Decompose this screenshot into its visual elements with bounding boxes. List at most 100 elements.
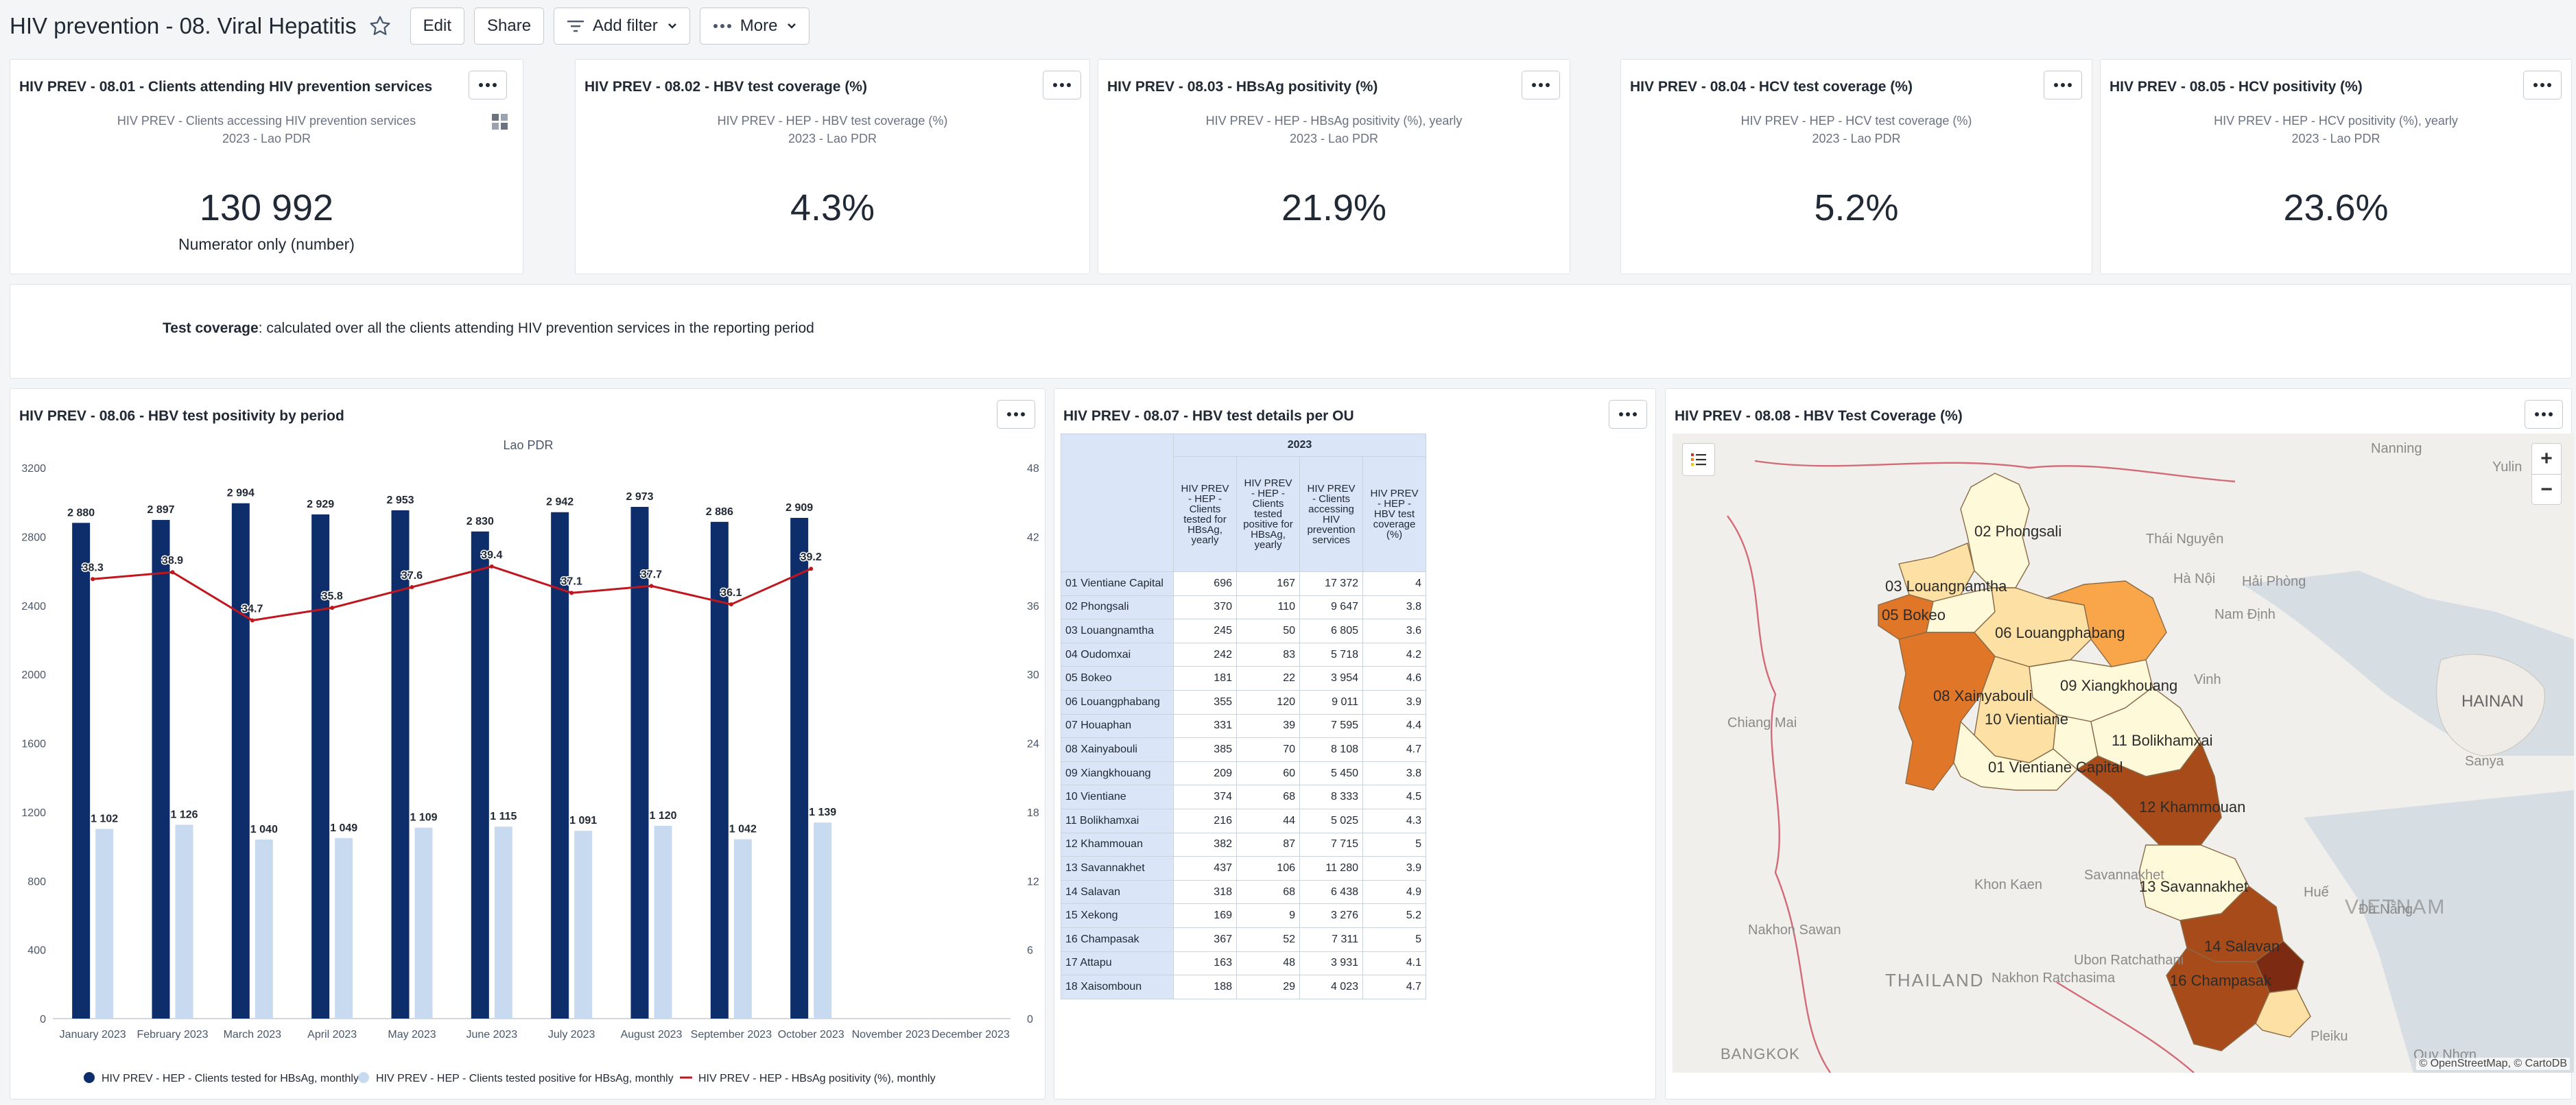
card-title: HIV PREV - 08.04 - HCV test coverage (%)	[1630, 79, 1913, 95]
map-place-label: Nakhon Ratchasima	[1992, 971, 2116, 986]
positivity-point[interactable]	[729, 602, 733, 607]
more-horizontal-icon	[2535, 412, 2553, 416]
table-cell: 169	[1173, 903, 1237, 928]
bar-tested[interactable]	[790, 518, 809, 1019]
bar-positive[interactable]	[814, 822, 832, 1019]
bar-positive[interactable]	[654, 825, 672, 1019]
legend-swatch	[358, 1072, 369, 1083]
bar-tested[interactable]	[72, 523, 91, 1019]
bar-tested[interactable]	[630, 506, 649, 1019]
bar-positive[interactable]	[414, 827, 433, 1019]
positivity-point[interactable]	[649, 584, 654, 589]
bar-tested[interactable]	[471, 531, 489, 1019]
map-canvas[interactable]: 02 Phongsali 03 Louangnamtha 05 Bokeo 06…	[1673, 433, 2574, 1073]
x-tick-label: August 2023	[621, 1029, 683, 1041]
legend-item[interactable]: HIV PREV - HEP - HBsAg positivity (%), m…	[698, 1073, 936, 1084]
table-cell: 167	[1236, 571, 1300, 596]
table-row: 14 Salavan 318 68 6 438 4.9	[1061, 879, 1426, 905]
table-cell: 50	[1236, 619, 1300, 643]
bar-positive[interactable]	[494, 827, 512, 1019]
table-cell: 3 276	[1299, 903, 1363, 928]
bar-positive[interactable]	[733, 839, 752, 1019]
y-left-tick-label: 2400	[21, 601, 46, 613]
positivity-point[interactable]	[91, 577, 95, 582]
bar-tested-label: 2 886	[706, 506, 733, 518]
single-value-subtitle: HIV PREV - HEP - HCV test coverage (%)	[1740, 114, 1972, 128]
card-menu-button[interactable]	[1043, 71, 1081, 99]
card-menu-button[interactable]	[1522, 71, 1560, 99]
share-button[interactable]: Share	[474, 8, 545, 45]
table-column-header[interactable]: HIV PREV - HEP - Clients tested positive…	[1236, 456, 1300, 572]
map-place-label: Hải Phòng	[2242, 574, 2306, 589]
positivity-label: 38.3	[82, 562, 104, 573]
table-cell: 39	[1236, 713, 1300, 739]
table-cell: 370	[1173, 595, 1237, 620]
map-province-label: 14 Salavan	[2204, 938, 2280, 955]
map-province-label: 16 Champasak	[2170, 972, 2272, 989]
card-menu-button[interactable]	[2523, 71, 2562, 99]
table-row: 10 Vientiane 374 68 8 333 4.5	[1061, 785, 1426, 809]
table-cell: 87	[1236, 832, 1300, 857]
table-cell: 44	[1236, 808, 1300, 833]
table-row: 17 Attapu 163 48 3 931 4.1	[1061, 951, 1426, 976]
table-cell: 374	[1173, 785, 1237, 809]
table-column-header[interactable]: HIV PREV - HEP - HBV test coverage (%)	[1362, 456, 1426, 572]
table-cell: 3.8	[1362, 761, 1426, 786]
table-cell: 3 954	[1299, 666, 1363, 691]
positivity-chart[interactable]: Lao PDR 0 400 800 1200 1600 2000 2400 2800 3200 0…	[10, 389, 1046, 1100]
x-tick-label: February 2023	[137, 1029, 208, 1041]
positivity-point[interactable]	[809, 567, 814, 571]
positivity-point[interactable]	[330, 606, 335, 610]
positivity-point[interactable]	[569, 591, 574, 595]
card-menu-button[interactable]	[2525, 400, 2563, 429]
single-value-subtitle: HIV PREV - HEP - HCV positivity (%), yea…	[2214, 114, 2458, 128]
positivity-point[interactable]	[489, 564, 494, 569]
bar-positive[interactable]	[255, 840, 273, 1019]
positivity-line[interactable]	[93, 565, 812, 622]
positivity-point[interactable]	[250, 618, 255, 623]
positivity-point[interactable]	[410, 584, 414, 589]
edit-button[interactable]: Edit	[410, 8, 464, 45]
positivity-label: 34.7	[241, 603, 263, 615]
x-tick-label: June 2023	[466, 1029, 517, 1041]
choropleth-map[interactable]: 02 Phongsali 03 Louangnamtha 05 Bokeo 06…	[1673, 433, 2574, 1073]
table-column-header[interactable]: HIV PREV - Clients accessing HIV prevent…	[1299, 456, 1363, 572]
card-menu-button[interactable]	[1609, 400, 1647, 429]
map-zoom-control: + −	[2531, 443, 2562, 505]
add-filter-button[interactable]: Add filter	[554, 8, 690, 45]
bar-positive[interactable]	[574, 831, 593, 1019]
zoom-in-button[interactable]: +	[2532, 444, 2561, 474]
table-row: 13 Savannakhet 437 106 11 280 3.9	[1061, 856, 1426, 881]
bar-positive[interactable]	[175, 824, 193, 1019]
table-row: 16 Champasak 367 52 7 311 5	[1061, 927, 1426, 952]
legend-list-icon	[1691, 453, 1706, 466]
card-menu-button[interactable]	[2044, 71, 2082, 99]
table-cell: 4.5	[1362, 785, 1426, 809]
table-cell: 52	[1236, 927, 1300, 952]
table-column-header[interactable]: HIV PREV - HEP - Clients tested for HBsA…	[1173, 456, 1237, 572]
legend-item[interactable]: HIV PREV - HEP - Clients tested for HBsA…	[102, 1073, 359, 1084]
bar-tested[interactable]	[391, 510, 410, 1019]
x-tick-label: September 2023	[691, 1029, 772, 1041]
more-button[interactable]: More	[699, 8, 810, 45]
legend-item[interactable]: HIV PREV - HEP - Clients tested positive…	[376, 1073, 674, 1084]
positivity-point[interactable]	[170, 570, 175, 575]
card-hbv-details-table: HIV PREV - 08.07 - HBV test details per …	[1054, 388, 1656, 1100]
y-left-tick-label: 800	[27, 876, 46, 888]
table-cell: 209	[1173, 761, 1237, 786]
map-place-label: Yulin	[2492, 460, 2522, 475]
map-legend-button[interactable]	[1682, 443, 1715, 476]
table-cell: 318	[1173, 879, 1237, 905]
bar-positive[interactable]	[95, 829, 114, 1019]
table-row-header: 08 Xainyabouli	[1061, 737, 1174, 762]
bar-tested[interactable]	[152, 520, 170, 1019]
star-icon[interactable]	[365, 11, 395, 41]
bar-positive[interactable]	[335, 837, 353, 1019]
table-cell: 9 011	[1299, 689, 1363, 715]
bar-tested[interactable]	[231, 503, 250, 1019]
chevron-down-icon	[667, 23, 676, 29]
zoom-out-button[interactable]: −	[2532, 474, 2561, 504]
card-menu-button[interactable]	[469, 71, 507, 99]
x-tick-label: October 2023	[778, 1029, 844, 1041]
card-hbv-positivity-chart: HIV PREV - 08.06 - HBV test positivity b…	[10, 388, 1045, 1100]
